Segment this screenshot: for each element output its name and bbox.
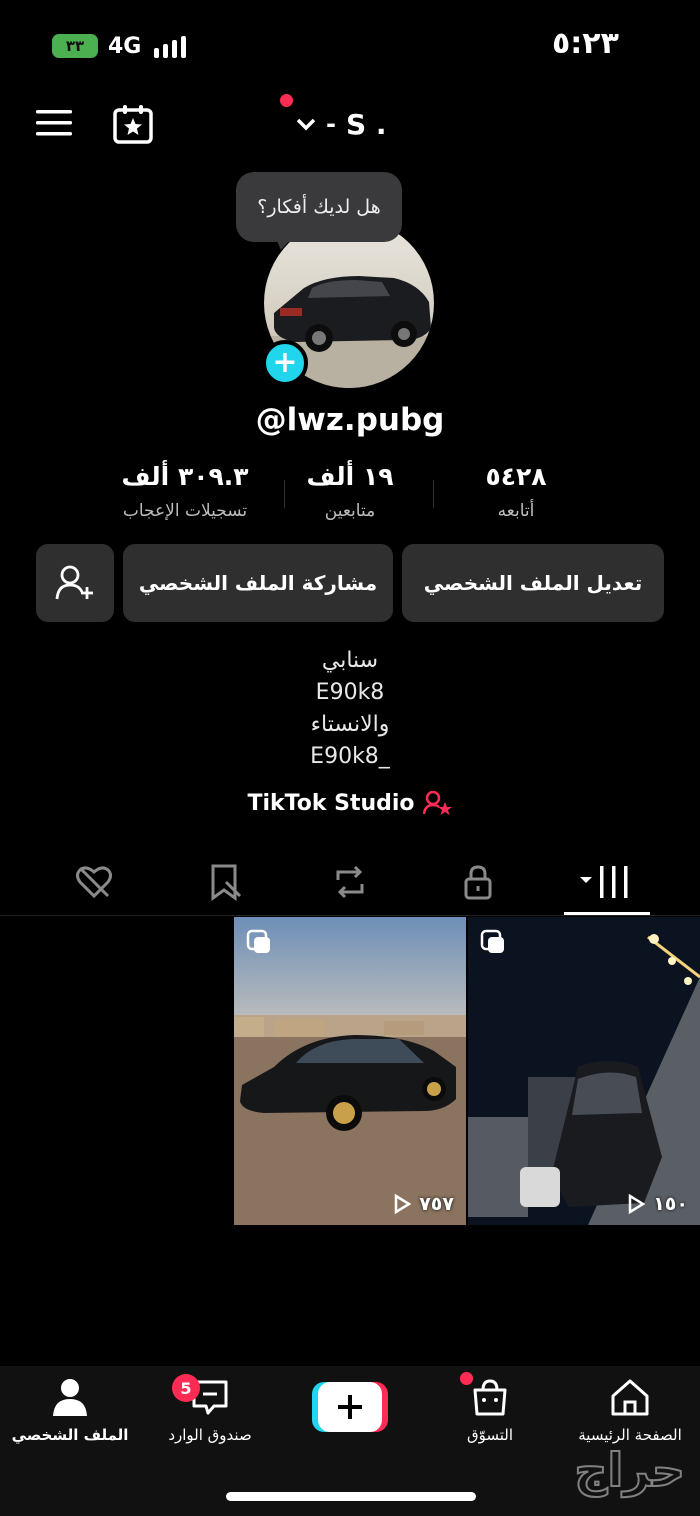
svg-text:حراج: حراج xyxy=(574,1443,685,1497)
tab-liked-heart-icon[interactable] xyxy=(74,862,114,902)
notification-dot xyxy=(280,94,293,107)
tiktok-studio-link[interactable]: TikTok Studio xyxy=(0,790,700,816)
view-count-value: ٧٥٧ xyxy=(419,1193,454,1215)
creator-star-icon xyxy=(422,790,452,815)
bio-line: E90k8_ xyxy=(310,744,390,769)
nav-label: صندوق الوارد xyxy=(168,1426,252,1444)
status-time: ٥:٢٣ xyxy=(552,26,619,61)
tab-reposts-icon[interactable] xyxy=(330,862,370,902)
menu-icon[interactable] xyxy=(36,108,72,138)
tab-private-lock-icon[interactable] xyxy=(458,862,498,902)
add-story-button[interactable]: + xyxy=(262,340,308,386)
bio-line: E90k8 xyxy=(315,680,385,705)
profile-handle: @lwz.pubg xyxy=(255,402,445,438)
multi-photo-icon xyxy=(480,929,504,953)
stat-label: أتابعه xyxy=(497,501,535,521)
thought-bubble[interactable]: هل لديك أفكار؟ xyxy=(236,172,402,242)
battery-indicator: ٣٣ xyxy=(52,34,98,58)
person-add-icon xyxy=(55,565,93,600)
edit-profile-button[interactable]: تعديل الملف الشخصي xyxy=(402,544,664,622)
view-count: ٧٥٧ xyxy=(393,1193,454,1215)
car-photo xyxy=(468,917,700,1225)
dash: - xyxy=(326,110,336,138)
calendar-star-icon[interactable] xyxy=(112,104,154,144)
studio-label: TikTok Studio xyxy=(247,790,415,816)
create-button[interactable] xyxy=(312,1382,388,1432)
multi-photo-icon xyxy=(246,929,270,953)
bio-line: سنابي xyxy=(321,648,379,673)
nav-shop[interactable]: التسوّق xyxy=(420,1378,560,1444)
shopping-bag-icon xyxy=(473,1379,507,1416)
home-icon xyxy=(611,1379,649,1416)
nav-label: الملف الشخصي xyxy=(11,1426,129,1444)
add-friend-button[interactable] xyxy=(36,544,114,622)
nav-home[interactable]: الصفحة الرئيسية xyxy=(560,1378,700,1444)
shop-notification-dot xyxy=(460,1372,473,1385)
video-thumbnail[interactable]: ٧٥٧ xyxy=(234,917,466,1225)
nav-inbox[interactable]: صندوق الوارد xyxy=(140,1378,280,1444)
share-profile-button[interactable]: مشاركة الملف الشخصي xyxy=(123,544,393,622)
stat-following[interactable]: ٥٤٢٨ أتابعه xyxy=(416,462,616,521)
profile-person-icon xyxy=(53,1379,87,1416)
account-switcher[interactable]: - S . xyxy=(296,104,387,144)
bubble-text: هل لديك أفكار؟ xyxy=(257,196,381,218)
tab-saved-bookmark-icon[interactable] xyxy=(204,862,244,902)
battery-level: ٣٣ xyxy=(65,37,85,55)
video-thumbnail[interactable]: ١٥٠ xyxy=(468,917,700,1225)
car-photo xyxy=(234,917,466,1225)
view-count: ١٥٠ xyxy=(627,1193,688,1215)
view-count-value: ١٥٠ xyxy=(653,1193,688,1215)
divider xyxy=(0,915,700,916)
signal-icon xyxy=(154,36,186,58)
bio-line: والانستاء xyxy=(310,712,390,737)
tab-videos-grid-icon[interactable] xyxy=(578,862,634,902)
chevron-down-icon xyxy=(296,118,316,131)
home-indicator[interactable] xyxy=(226,1492,476,1501)
play-icon xyxy=(628,1194,646,1214)
inbox-badge: 5 xyxy=(172,1374,200,1402)
watermark-logo: حراج xyxy=(480,1440,690,1500)
nav-profile[interactable]: الملف الشخصي xyxy=(0,1378,140,1444)
play-icon xyxy=(394,1194,412,1214)
header-username: S . xyxy=(345,107,387,141)
stat-value: ٥٤٢٨ xyxy=(485,462,547,491)
network-type: 4G xyxy=(108,34,142,59)
